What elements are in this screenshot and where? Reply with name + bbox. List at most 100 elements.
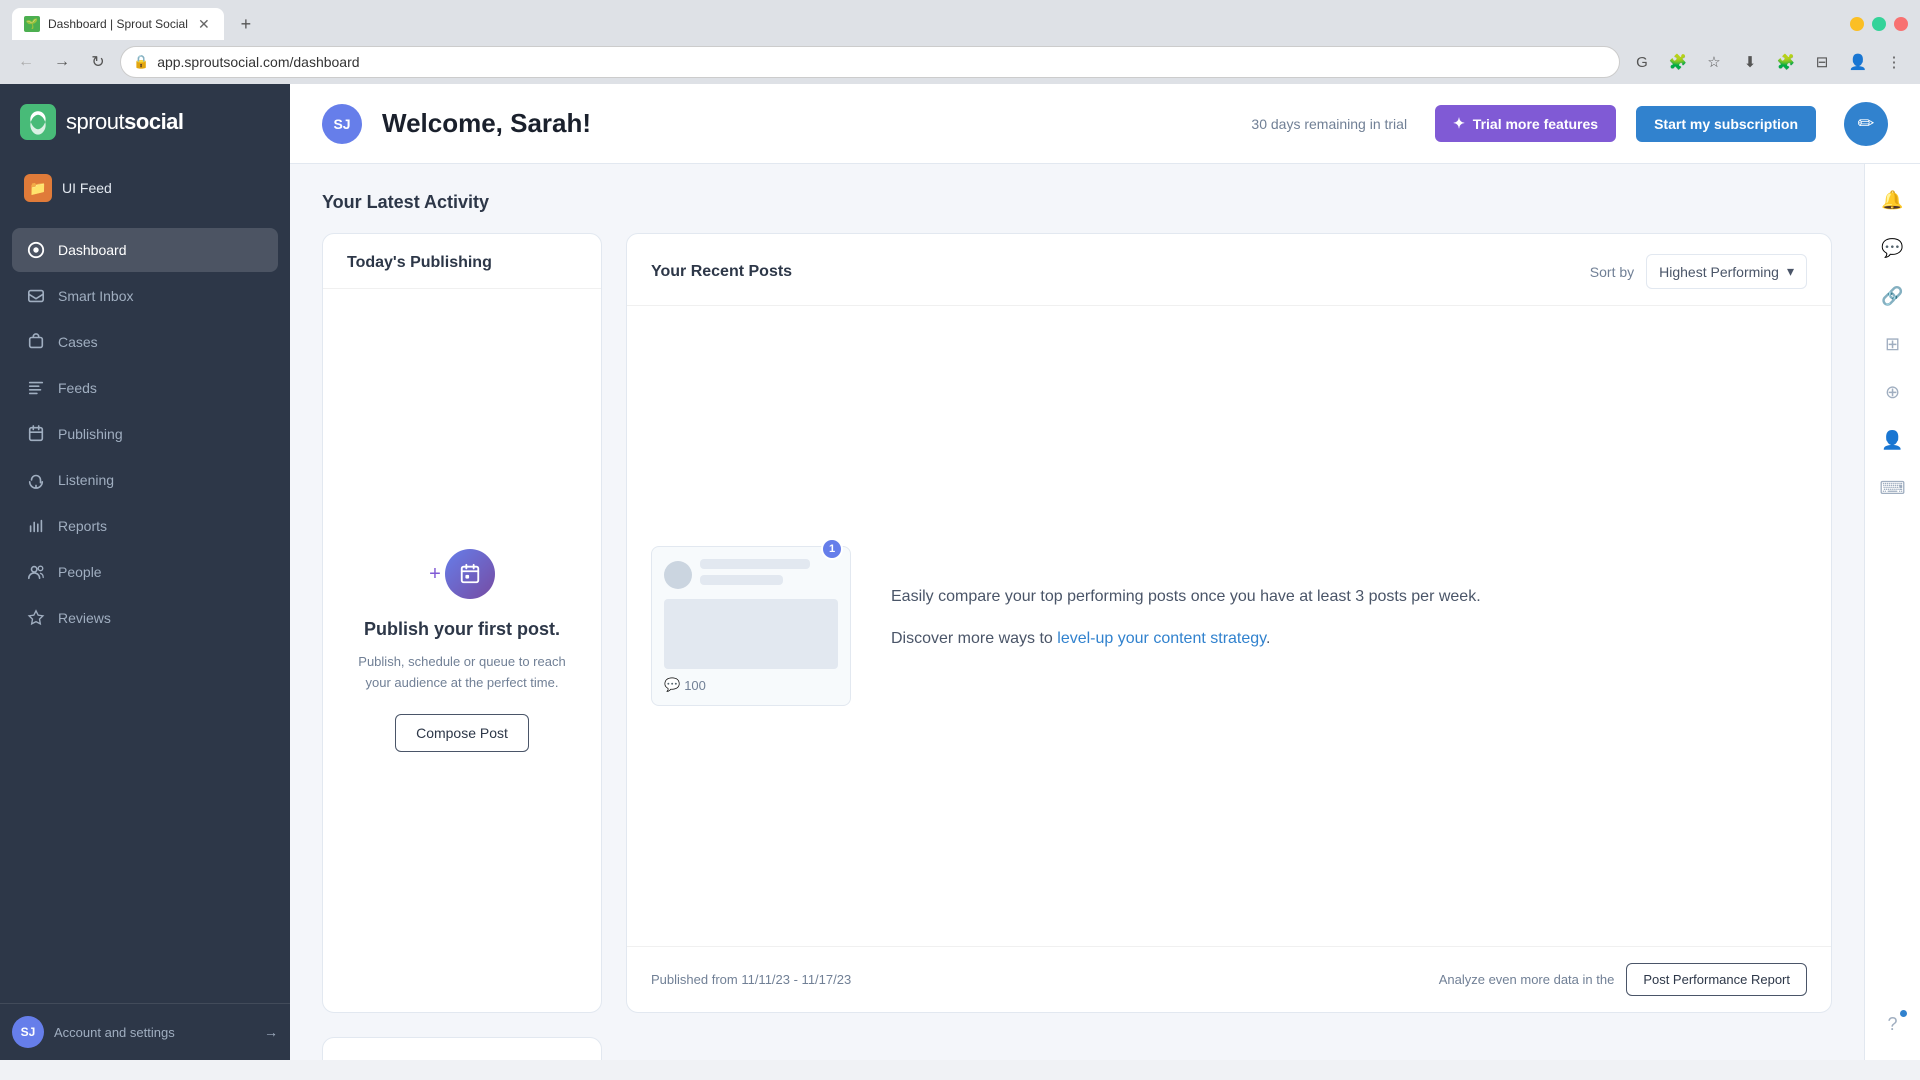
strategy-link[interactable]: level-up your content strategy [1057, 630, 1266, 647]
sidebar-feed-section: 📁 UI Feed [0, 156, 290, 220]
sidebar-item-dashboard[interactable]: Dashboard [12, 228, 278, 272]
sidebar-button[interactable]: ⊟ [1808, 48, 1836, 76]
url-text: app.sproutsocial.com/dashboard [157, 54, 1607, 70]
compose-post-button[interactable]: Compose Post [395, 714, 529, 752]
user-add-icon[interactable]: 👤 [1873, 420, 1913, 460]
feeds-label: Feeds [58, 380, 97, 396]
sidebar-logo: sproutsocial [0, 84, 290, 156]
feed-label: UI Feed [62, 180, 112, 196]
people-label: People [58, 564, 102, 580]
cases-label: Cases [58, 334, 98, 350]
maximize-button[interactable] [1872, 17, 1886, 31]
help-icon[interactable]: ? [1873, 1004, 1913, 1044]
grid-icon[interactable]: ⊞ [1873, 324, 1913, 364]
sort-value: Highest Performing [1659, 264, 1779, 280]
tab-close-button[interactable]: ✕ [196, 16, 212, 32]
post-preview-inner: 💬 100 [651, 546, 851, 706]
bookmark-icon[interactable]: ☆ [1700, 48, 1728, 76]
extensions-icon[interactable]: 🧩 [1664, 48, 1692, 76]
account-settings-label: Account and settings [54, 1025, 254, 1040]
post-handle-line [700, 575, 783, 585]
feed-icon: 📁 [24, 174, 52, 202]
subscription-button[interactable]: Start my subscription [1636, 106, 1816, 142]
profile-icon[interactable]: 👤 [1844, 48, 1872, 76]
minimize-button[interactable] [1850, 17, 1864, 31]
keyboard-icon[interactable]: ⌨ [1873, 468, 1913, 508]
post-header-row [664, 559, 838, 591]
post-image-placeholder [664, 599, 838, 669]
sidebar-nav: Dashboard Smart Inbox Cases Feeds [0, 220, 290, 1003]
sidebar-item-feeds[interactable]: Feeds [12, 366, 278, 410]
publishing-label: Publishing [58, 426, 123, 442]
sidebar-feed-item[interactable]: 📁 UI Feed [12, 164, 278, 212]
browser-tab[interactable]: 🌱 Dashboard | Sprout Social ✕ [12, 8, 224, 40]
header-avatar: SJ [322, 104, 362, 144]
sidebar-item-reports[interactable]: Reports [12, 504, 278, 548]
reviews-label: Reviews [58, 610, 111, 626]
sprout-logo-icon [20, 104, 56, 140]
todo-section: To Do 📌 0 Go to Cases ⚖ 1 Open Approvals [323, 1038, 601, 1060]
sidebar-item-publishing[interactable]: Publishing [12, 412, 278, 456]
dashboard-label: Dashboard [58, 242, 127, 258]
sidebar-item-reviews[interactable]: Reviews [12, 596, 278, 640]
notifications-icon[interactable]: 🔔 [1873, 180, 1913, 220]
recent-posts-card: Your Recent Posts Sort by Highest Perfor… [626, 233, 1832, 1013]
logo-text: sproutsocial [66, 109, 184, 135]
sidebar-item-smart-inbox[interactable]: Smart Inbox [12, 274, 278, 318]
comment-icon: 💬 [664, 677, 680, 693]
close-button[interactable] [1894, 17, 1908, 31]
header: SJ Welcome, Sarah! 30 days remaining in … [290, 84, 1920, 164]
forward-button[interactable]: → [48, 48, 76, 76]
posts-empty-text-1: Easily compare your top performing posts… [891, 584, 1807, 610]
new-tab-button[interactable]: + [232, 10, 260, 38]
refresh-button[interactable]: ↻ [84, 48, 112, 76]
back-button[interactable]: ← [12, 48, 40, 76]
app-container: sproutsocial 📁 UI Feed Dashboard Smart I… [0, 84, 1920, 1060]
publish-icon-group: + [429, 549, 495, 599]
publish-description: Publish, schedule or queue to reach your… [347, 652, 577, 694]
listening-icon [26, 470, 46, 490]
account-settings-item[interactable]: SJ Account and settings → [0, 1003, 290, 1060]
sidebar-item-cases[interactable]: Cases [12, 320, 278, 364]
publish-first-post-heading: Publish your first post. [364, 619, 560, 640]
analyze-text: Analyze even more data in the [1439, 972, 1615, 987]
mentions-icon[interactable]: 💬 [1873, 228, 1913, 268]
post-header-lines [700, 559, 838, 591]
publishing-card-title: Today's Publishing [347, 254, 577, 272]
welcome-heading: Welcome, Sarah! [382, 108, 1231, 139]
add-content-icon[interactable]: ⊕ [1873, 372, 1913, 412]
security-icon: 🔒 [133, 54, 149, 70]
trial-text: 30 days remaining in trial [1251, 116, 1407, 132]
section-title: Your Latest Activity [322, 192, 1832, 213]
compose-button[interactable]: ✏ [1844, 102, 1888, 146]
extensions-button[interactable]: 🧩 [1772, 48, 1800, 76]
sidebar: sproutsocial 📁 UI Feed Dashboard Smart I… [0, 84, 290, 1060]
google-icon[interactable]: G [1628, 48, 1656, 76]
reviews-icon [26, 608, 46, 628]
posts-discover-text: Discover more ways to level-up your cont… [891, 626, 1807, 652]
right-rail: 🔔 💬 🔗 ⊞ ⊕ 👤 ⌨ ? [1864, 164, 1920, 1060]
cases-icon [26, 332, 46, 352]
user-avatar: SJ [12, 1016, 44, 1048]
todo-section-wrapper: To Do 📌 0 Go to Cases ⚖ 1 Open Approvals [322, 1037, 1832, 1060]
recent-posts-header: Your Recent Posts Sort by Highest Perfor… [627, 234, 1831, 306]
publish-plus-icon: + [429, 563, 441, 586]
sidebar-item-people[interactable]: People [12, 550, 278, 594]
sort-label: Sort by [1590, 264, 1634, 280]
link-icon[interactable]: 🔗 [1873, 276, 1913, 316]
post-name-line [700, 559, 810, 569]
inbox-icon [26, 286, 46, 306]
address-bar[interactable]: 🔒 app.sproutsocial.com/dashboard [120, 46, 1620, 78]
post-performance-report-button[interactable]: Post Performance Report [1626, 963, 1807, 996]
content-main: Your Latest Activity Today's Publishing … [290, 164, 1864, 1060]
account-arrow-icon: → [264, 1024, 278, 1040]
menu-icon[interactable]: ⋮ [1880, 48, 1908, 76]
post-comment-row: 💬 100 [664, 677, 838, 693]
sidebar-item-listening[interactable]: Listening [12, 458, 278, 502]
trial-features-button[interactable]: ✦ Trial more features [1435, 105, 1616, 142]
listening-label: Listening [58, 472, 114, 488]
download-icon[interactable]: ⬇ [1736, 48, 1764, 76]
reports-icon [26, 516, 46, 536]
posts-date-range: Published from 11/11/23 - 11/17/23 [651, 972, 851, 987]
sort-dropdown[interactable]: Highest Performing ▾ [1646, 254, 1807, 289]
